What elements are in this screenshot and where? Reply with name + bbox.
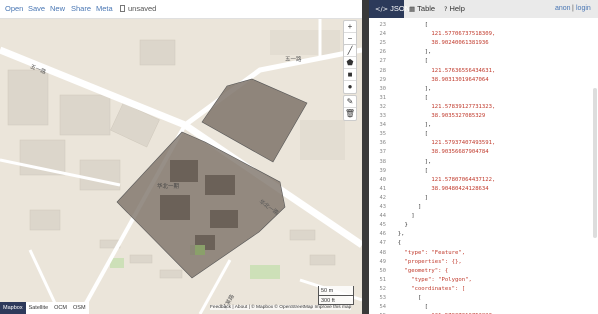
meta-menu[interactable]: Meta: [96, 0, 113, 18]
new-menu[interactable]: New: [50, 0, 65, 18]
tab-json[interactable]: </> JSON: [369, 0, 410, 18]
tab-json-label: JSON: [390, 4, 411, 13]
save-menu[interactable]: Save: [28, 0, 45, 18]
draw-line-icon[interactable]: ╱: [344, 45, 356, 57]
tab-table[interactable]: ▦ Table: [409, 0, 435, 18]
map-canvas[interactable]: 五一路 五一路 华北一路 某某路 华北一期 ⌕ + − ╱ ⬟ ■ ● ✎ 🗑 …: [0, 18, 362, 314]
open-menu[interactable]: Open: [5, 0, 23, 18]
zoom-control: + −: [343, 20, 357, 46]
layer-osm[interactable]: OSM: [70, 302, 89, 314]
login-link[interactable]: login: [576, 0, 591, 18]
draw-toolbar: ╱ ⬟ ■ ●: [343, 44, 357, 94]
json-editor[interactable]: 23 [24 121.57706737518309, 25 38.90240061…: [369, 18, 598, 314]
building-label: 华北一期: [157, 184, 180, 190]
zoom-in-button[interactable]: +: [344, 21, 356, 33]
delete-layers-icon[interactable]: 🗑: [344, 108, 356, 120]
draw-polygon-icon[interactable]: ⬟: [344, 57, 356, 69]
tab-help[interactable]: ? Help: [444, 0, 465, 18]
table-icon: ▦: [409, 5, 416, 13]
tab-help-label: Help: [449, 4, 465, 13]
user-separator: |: [572, 5, 574, 12]
help-icon: ?: [444, 5, 448, 13]
code-icon: </>: [375, 5, 389, 13]
pane-divider[interactable]: [362, 0, 369, 314]
editor-pane: </> JSON ▦ Table ? Help anon | login 23 [24…: [369, 0, 598, 314]
road-label: 五一路: [285, 57, 302, 63]
layer-switcher: Mapbox Satellite OCM OSM: [0, 302, 89, 314]
edit-layers-icon[interactable]: ✎: [344, 96, 356, 108]
layer-satellite[interactable]: Satellite: [26, 302, 52, 314]
edit-toolbar: ✎ 🗑: [343, 95, 357, 121]
top-menu-bar: Open Save New Share Meta unsaved: [0, 0, 362, 19]
layer-mapbox[interactable]: Mapbox: [0, 302, 26, 314]
tab-bar: </> JSON ▦ Table ? Help anon | login: [369, 0, 598, 19]
document-icon: [120, 5, 125, 12]
map-attribution[interactable]: Feedback | About | © Mapbox © OpenStreet…: [210, 305, 352, 310]
map-tiles: [0, 18, 362, 314]
user-name[interactable]: anon: [555, 0, 571, 18]
draw-rectangle-icon[interactable]: ■: [344, 69, 356, 81]
scale-feet: 300 ft: [318, 295, 354, 305]
tab-table-label: Table: [417, 4, 436, 13]
app-window: Open Save New Share Meta unsaved 五一路 五一路…: [0, 0, 598, 314]
unsaved-status: unsaved: [128, 4, 157, 13]
share-menu[interactable]: Share: [71, 0, 91, 18]
draw-marker-icon[interactable]: ●: [344, 81, 356, 93]
layer-ocm[interactable]: OCM: [51, 302, 70, 314]
